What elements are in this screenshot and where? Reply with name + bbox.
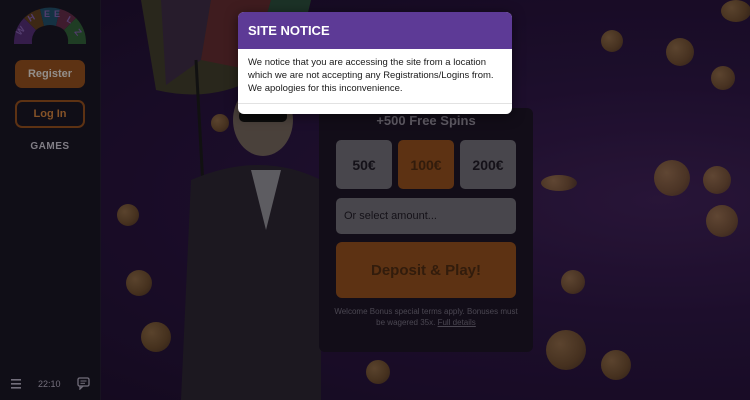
sidebar: W H E E L Z Register Log In GAMES 22:10 (0, 0, 101, 400)
svg-text:E: E (44, 9, 50, 19)
gold-coin (117, 204, 139, 226)
amount-option-50[interactable]: 50€ (336, 140, 392, 189)
hamburger-menu-icon[interactable] (11, 378, 23, 390)
wheelz-logo[interactable]: W H E E L Z (10, 4, 90, 50)
gold-coin (666, 38, 694, 66)
svg-text:E: E (54, 9, 60, 19)
gold-coin (141, 322, 171, 352)
custom-amount-input[interactable] (336, 198, 516, 234)
gold-coin (706, 205, 738, 237)
games-nav-link[interactable]: GAMES (0, 141, 100, 152)
login-button[interactable]: Log In (15, 100, 85, 128)
dialog-message: We notice that you are accessing the sit… (248, 57, 494, 94)
full-details-link[interactable]: Full details (438, 318, 476, 327)
gold-coin (711, 66, 735, 90)
clock: 22:10 (38, 379, 61, 389)
gold-coin (601, 30, 623, 52)
gold-coin (126, 270, 152, 296)
site-notice-dialog: SITE NOTICE We notice that you are acces… (238, 12, 512, 114)
bonus-terms: Welcome Bonus special terms apply. Bonus… (331, 306, 521, 328)
free-spins-offer: +500 Free Spins (376, 113, 476, 128)
deposit-play-button[interactable]: Deposit & Play! (336, 242, 516, 298)
gold-coin (703, 166, 731, 194)
dialog-title: SITE NOTICE (238, 12, 512, 49)
sidebar-footer: 22:10 (0, 376, 100, 394)
amount-option-100-selected[interactable]: 100€ (398, 140, 454, 189)
gold-coin (541, 175, 577, 191)
gold-coin (211, 114, 229, 132)
chat-icon[interactable] (77, 377, 90, 390)
terms-text: Welcome Bonus special terms apply. Bonus… (334, 307, 518, 327)
amount-option-200[interactable]: 200€ (460, 140, 516, 189)
gold-coin (601, 350, 631, 380)
gold-coin (721, 0, 750, 22)
gold-coin (366, 360, 390, 384)
gold-coin (654, 160, 690, 196)
dialog-divider (238, 103, 512, 104)
gold-coin (561, 270, 585, 294)
register-button[interactable]: Register (15, 60, 85, 88)
deposit-card: +500 Free Spins 50€ 100€ 200€ Deposit & … (319, 108, 533, 352)
gold-coin (546, 330, 586, 370)
